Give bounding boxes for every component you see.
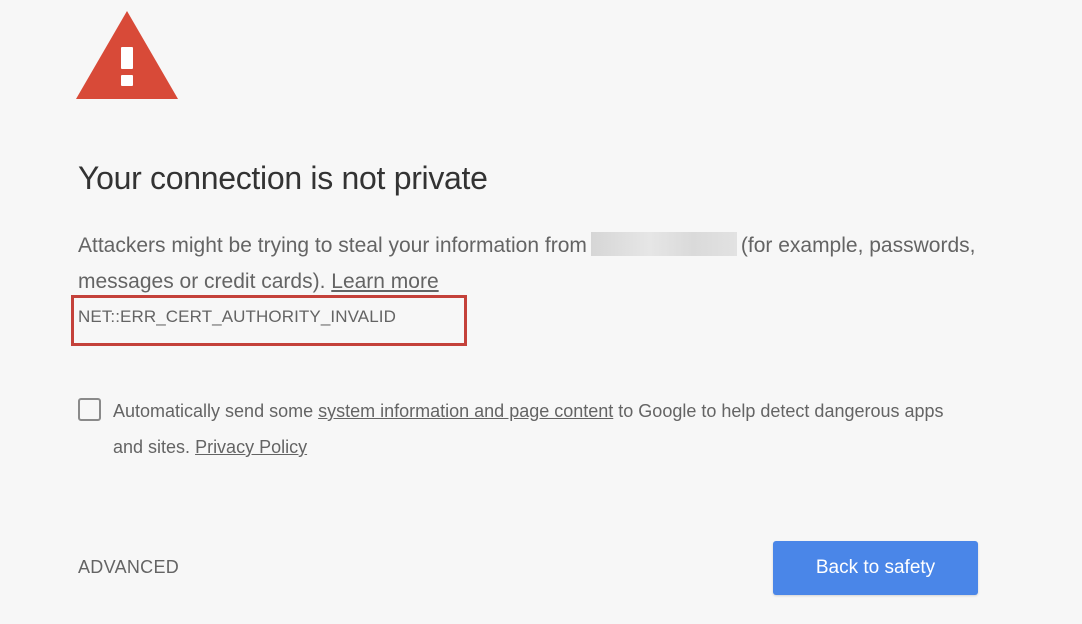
redacted-domain (590, 232, 737, 256)
optin-text-before: Automatically send some (113, 401, 314, 421)
advanced-button[interactable]: ADVANCED (78, 557, 179, 578)
learn-more-link[interactable]: Learn more (331, 270, 438, 293)
warning-triangle-icon (76, 11, 178, 99)
optin-checkbox[interactable] (78, 398, 101, 421)
privacy-policy-link[interactable]: Privacy Policy (195, 437, 307, 457)
main-message: Attackers might be trying to steal your … (78, 228, 998, 300)
system-information-link[interactable]: system information and page content (318, 401, 613, 421)
page-title: Your connection is not private (78, 160, 488, 196)
error-code: NET::ERR_CERT_AUTHORITY_INVALID (78, 307, 396, 326)
back-to-safety-button[interactable]: Back to safety (773, 541, 978, 595)
optin-label: Automatically send some system informati… (113, 393, 973, 465)
message-prefix: Attackers might be trying to steal your … (78, 234, 587, 257)
